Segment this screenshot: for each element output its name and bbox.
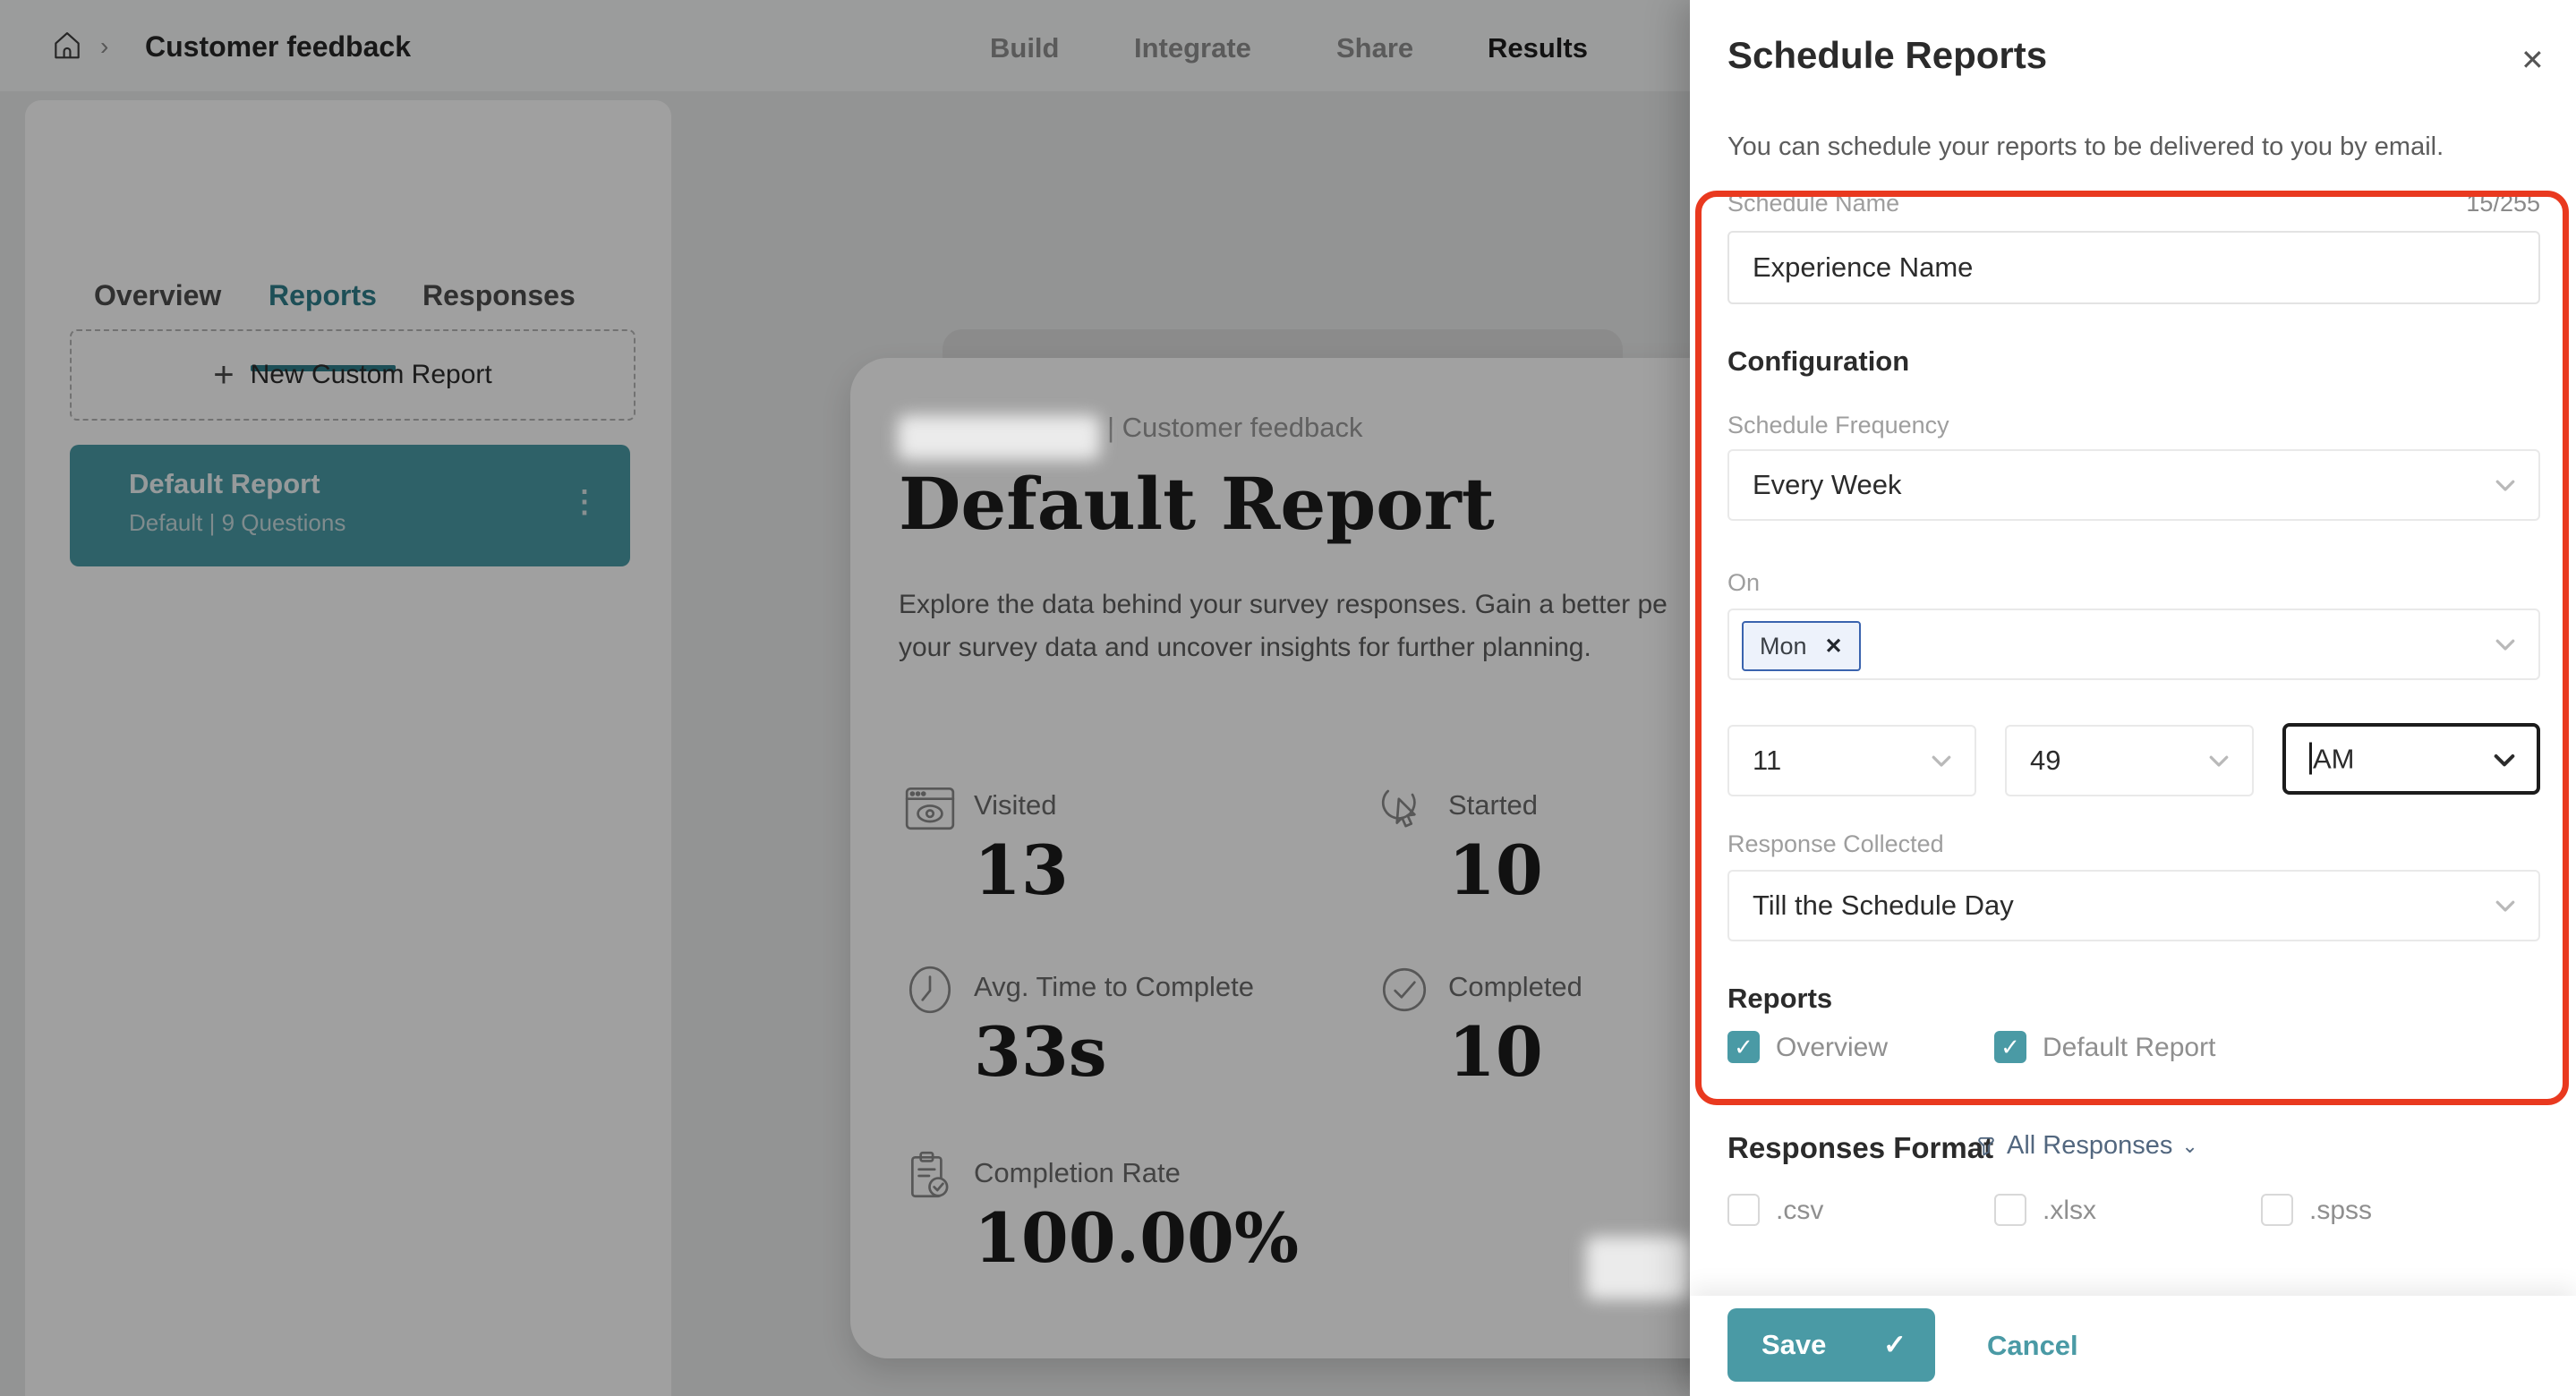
chevron-down-icon: ⌄ bbox=[2181, 1135, 2197, 1158]
text-cursor bbox=[2309, 743, 2312, 775]
cancel-button[interactable]: Cancel bbox=[1987, 1330, 2078, 1362]
schedule-frequency-select[interactable]: Every Week bbox=[1727, 449, 2540, 521]
reports-heading: Reports bbox=[1727, 983, 1832, 1015]
panel-description: You can schedule your reports to be deli… bbox=[1727, 132, 2444, 162]
spss-checkbox-label: .spss bbox=[2309, 1196, 2372, 1226]
panel-title: Schedule Reports bbox=[1727, 34, 2047, 77]
redaction-blur bbox=[898, 415, 1100, 460]
check-icon: ✓ bbox=[1883, 1329, 1906, 1361]
char-counter: 15/255 bbox=[2466, 190, 2540, 217]
response-collected-select[interactable]: Till the Schedule Day bbox=[1727, 870, 2540, 941]
schedule-reports-panel: Schedule Reports ✕ You can schedule your… bbox=[1690, 0, 2576, 1396]
chevron-down-icon bbox=[2492, 892, 2519, 919]
schedule-name-label: Schedule Name bbox=[1727, 190, 1899, 217]
close-icon[interactable]: ✕ bbox=[2521, 43, 2545, 77]
csv-checkbox[interactable] bbox=[1727, 1194, 1760, 1226]
xlsx-checkbox[interactable] bbox=[1994, 1194, 2026, 1226]
hour-select[interactable]: 11 bbox=[1727, 725, 1976, 796]
overview-checkbox[interactable]: ✓ bbox=[1727, 1031, 1760, 1063]
responses-filter[interactable]: All Responses ⌄ bbox=[1975, 1131, 2198, 1161]
panel-footer: Save ✓ Cancel bbox=[1690, 1296, 2576, 1396]
schedule-frequency-value: Every Week bbox=[1753, 469, 1902, 501]
schedule-frequency-label: Schedule Frequency bbox=[1727, 412, 1949, 439]
chevron-down-icon bbox=[2490, 745, 2517, 772]
chip-remove-icon[interactable]: ✕ bbox=[1825, 634, 1843, 660]
responses-filter-label: All Responses bbox=[2007, 1131, 2172, 1161]
modal-scrim bbox=[0, 0, 1690, 1396]
chevron-down-icon bbox=[2492, 472, 2519, 498]
screen: › Customer feedback Build Integrate Shar… bbox=[0, 0, 2576, 1396]
chevron-down-icon bbox=[2492, 631, 2519, 658]
on-label: On bbox=[1727, 569, 1760, 597]
response-collected-label: Response Collected bbox=[1727, 830, 1944, 858]
schedule-name-input[interactable] bbox=[1727, 231, 2540, 304]
meridiem-select[interactable]: AM bbox=[2282, 723, 2540, 795]
funnel-icon bbox=[1975, 1135, 1998, 1158]
day-chip-label: Mon bbox=[1760, 633, 1807, 660]
spss-checkbox[interactable] bbox=[2261, 1194, 2293, 1226]
save-button-label: Save bbox=[1761, 1329, 1826, 1361]
xlsx-checkbox-label: .xlsx bbox=[2043, 1196, 2096, 1226]
default-report-checkbox-label: Default Report bbox=[2043, 1033, 2215, 1063]
redaction-blur bbox=[1586, 1237, 1690, 1299]
day-chip-mon[interactable]: Mon ✕ bbox=[1742, 621, 1861, 671]
csv-checkbox-label: .csv bbox=[1776, 1196, 1823, 1226]
minute-value: 49 bbox=[2030, 745, 2060, 777]
chevron-down-icon bbox=[2205, 747, 2232, 774]
on-days-multiselect[interactable]: Mon ✕ bbox=[1727, 609, 2540, 680]
hour-value: 11 bbox=[1753, 745, 1781, 777]
meridiem-value: AM bbox=[2309, 743, 2355, 776]
configuration-heading: Configuration bbox=[1727, 345, 1909, 378]
default-report-checkbox[interactable]: ✓ bbox=[1994, 1031, 2026, 1063]
response-collected-value: Till the Schedule Day bbox=[1753, 890, 2014, 922]
save-button[interactable]: Save ✓ bbox=[1727, 1308, 1935, 1382]
responses-format-heading: Responses Format bbox=[1727, 1131, 1993, 1165]
minute-select[interactable]: 49 bbox=[2005, 725, 2254, 796]
overview-checkbox-label: Overview bbox=[1776, 1033, 1888, 1063]
chevron-down-icon bbox=[1928, 747, 1955, 774]
